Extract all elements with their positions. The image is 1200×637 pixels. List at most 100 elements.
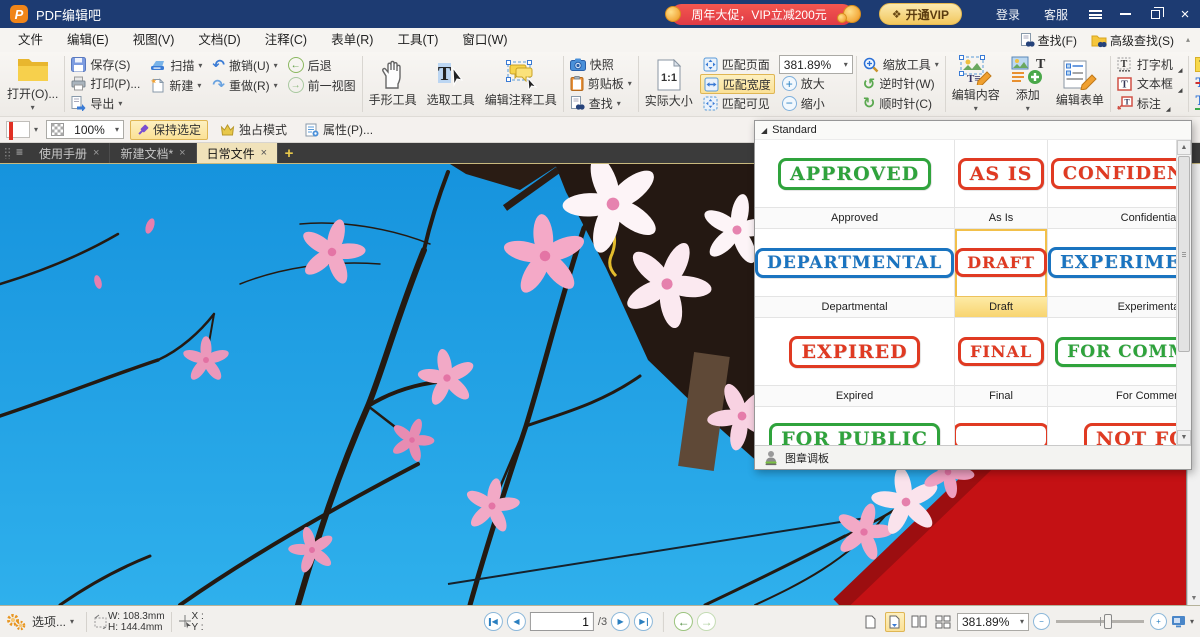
single-page-view-button[interactable]	[861, 612, 881, 632]
menu-file[interactable]: 文件	[6, 28, 55, 52]
close-tab-icon[interactable]: ×	[261, 147, 267, 159]
scrollbar-thumb[interactable]	[1178, 156, 1190, 352]
rotate-cw-button[interactable]: ↻ 顺时针(C)	[860, 94, 942, 113]
highlight-button[interactable]: T 高亮 ◢	[1192, 55, 1200, 74]
stamp-item-partial[interactable]	[955, 407, 1047, 445]
keep-selected-toggle[interactable]: 保持选定	[130, 120, 208, 140]
stamp-item-experimental[interactable]: EXPERIMENTAL Experimental	[1048, 229, 1191, 317]
tab-new-document[interactable]: 新建文档* ×	[110, 143, 196, 163]
stamp-item-draft[interactable]: DRAFT Draft	[955, 229, 1047, 317]
options-button[interactable]: 选项... ▾	[26, 612, 80, 632]
stamp-item-as-is[interactable]: AS IS As Is	[955, 140, 1047, 228]
edit-form-button[interactable]: 编辑表单	[1051, 53, 1109, 115]
redo-button[interactable]: ↷ 重做(R) ▾	[209, 75, 280, 95]
reading-mode-icon[interactable]	[1171, 615, 1186, 628]
zoom-slider-thumb[interactable]	[1104, 614, 1112, 629]
scroll-down-icon[interactable]: ▼	[1177, 430, 1191, 445]
tabbar-grip[interactable]	[4, 147, 11, 159]
minimize-button[interactable]	[1110, 0, 1140, 28]
strikeout-button[interactable]: T 删除线 ◢	[1192, 74, 1200, 93]
fit-visible-button[interactable]: 匹配可见	[700, 94, 775, 113]
close-button[interactable]: ×	[1170, 0, 1200, 28]
close-tab-icon[interactable]: ×	[93, 147, 99, 159]
next-view-nav-button[interactable]: →	[697, 612, 716, 631]
actual-size-button[interactable]: 1:1 实际大小	[640, 53, 698, 115]
edit-content-button[interactable]: T≡ 编辑内容 ▾	[947, 53, 1005, 115]
stamp-item-for-public[interactable]: FOR PUBLIC	[755, 407, 954, 445]
open-vip-button[interactable]: ❖ 开通VIP	[879, 3, 962, 25]
tab-manual[interactable]: 使用手册 ×	[29, 143, 110, 163]
facing-continuous-view-button[interactable]	[933, 612, 953, 632]
zoom-tool-button[interactable]: 缩放工具 ▾	[860, 55, 942, 74]
menu-edit[interactable]: 编辑(E)	[55, 28, 121, 52]
restore-button[interactable]	[1140, 0, 1170, 28]
exclusive-mode-button[interactable]: 独占模式	[214, 120, 293, 140]
menu-window[interactable]: 窗口(W)	[450, 28, 519, 52]
previous-view-nav-button[interactable]: ←	[674, 612, 693, 631]
first-page-button[interactable]: ◀	[484, 612, 503, 631]
chevron-down-icon[interactable]: ▾	[1190, 617, 1194, 626]
scroll-up-icon[interactable]: ▲	[1177, 140, 1191, 155]
zoom-slider[interactable]	[1056, 620, 1144, 623]
menu-tools[interactable]: 工具(T)	[385, 28, 450, 52]
new-tab-button[interactable]: +	[278, 143, 300, 163]
stamp-item-departmental[interactable]: DEPARTMENTAL Departmental	[755, 229, 954, 317]
last-page-button[interactable]: ▶	[634, 612, 653, 631]
print-button[interactable]: 打印(P)...	[68, 74, 143, 93]
zoom-out-button[interactable]: − 缩小	[779, 94, 853, 113]
collapse-toolbar-icon[interactable]: ▴	[1182, 33, 1194, 47]
fit-width-button[interactable]: 匹配宽度	[700, 74, 775, 93]
zoom-in-slider-button[interactable]: +	[1150, 613, 1167, 630]
hand-tool-button[interactable]: 手形工具	[364, 53, 422, 115]
find-button[interactable]: 查找(F)	[1014, 32, 1083, 49]
advanced-find-button[interactable]: 高级查找(S)	[1085, 32, 1180, 49]
undo-button[interactable]: ↶ 撤销(U) ▾	[209, 55, 280, 75]
clipboard-button[interactable]: 剪贴板 ▾	[567, 74, 635, 93]
select-tool-button[interactable]: T 选取工具	[422, 53, 480, 115]
stamp-item-final[interactable]: FINAL Final	[955, 318, 1047, 406]
stamp-item-for-comment[interactable]: FOR COMMENT For Comment	[1048, 318, 1191, 406]
save-button[interactable]: 保存(S)	[68, 55, 143, 74]
stamp-palette-button[interactable]: 图章调板	[755, 445, 1191, 469]
add-content-button[interactable]: T 添加 ▾	[1005, 53, 1051, 115]
next-page-button[interactable]: ▶	[611, 612, 630, 631]
textbox-button[interactable]: T 文本框 ◢	[1114, 74, 1186, 93]
tab-list-icon[interactable]: ≡	[14, 143, 29, 163]
zoom-out-slider-button[interactable]: −	[1033, 613, 1050, 630]
stamp-item-approved[interactable]: APPROVED Approved	[755, 140, 954, 228]
promo-banner[interactable]: 周年大促，VIP立减200元	[671, 4, 852, 25]
previous-view-button[interactable]: → 前一视图	[285, 75, 359, 95]
support-link[interactable]: 客服	[1044, 6, 1068, 23]
page-number-input[interactable]	[530, 612, 594, 631]
color-swatch-button[interactable]: ▾	[4, 120, 40, 140]
underline-button[interactable]: T 下划线 ◢	[1192, 94, 1200, 113]
stamp-panel-scrollbar[interactable]: ▲ ▼	[1176, 140, 1191, 445]
stamp-item-expired[interactable]: EXPIRED Expired	[755, 318, 954, 406]
typewriter-button[interactable]: T 打字机 ◢	[1114, 55, 1186, 74]
back-button[interactable]: ← 后退	[285, 55, 359, 75]
scan-button[interactable]: 扫描 ▾	[147, 55, 205, 75]
facing-pages-view-button[interactable]	[909, 612, 929, 632]
continuous-view-button[interactable]	[885, 612, 905, 632]
find-tool-button[interactable]: 查找 ▾	[567, 94, 635, 113]
stamp-group-header[interactable]: ◢ Standard	[755, 121, 1191, 140]
callout-button[interactable]: T 标注 ◢	[1114, 94, 1186, 113]
scroll-down-icon[interactable]: ▼	[1188, 592, 1200, 605]
stamp-item-confidential[interactable]: CONFIDENTIAL Confidential	[1048, 140, 1191, 228]
main-menu-button[interactable]	[1080, 0, 1110, 28]
fit-page-button[interactable]: 匹配页面	[700, 55, 775, 74]
properties-button[interactable]: 属性(P)...	[299, 120, 379, 140]
close-tab-icon[interactable]: ×	[179, 147, 185, 159]
tab-daily-file[interactable]: 日常文件 ×	[197, 143, 278, 163]
export-button[interactable]: 导出 ▾	[68, 94, 143, 113]
edit-annotation-tool-button[interactable]: 编辑注释工具	[480, 53, 562, 115]
previous-page-button[interactable]: ◀	[507, 612, 526, 631]
login-link[interactable]: 登录	[996, 6, 1020, 23]
zoom-in-button[interactable]: + 放大	[779, 74, 853, 93]
menu-view[interactable]: 视图(V)	[121, 28, 187, 52]
open-button[interactable]: 打开(O)... ▾	[2, 53, 63, 115]
menu-document[interactable]: 文档(D)	[186, 28, 252, 52]
zoom-level-combo[interactable]: 381.89%▾	[779, 55, 853, 74]
menu-comment[interactable]: 注释(C)	[253, 28, 319, 52]
stamp-item-not-for[interactable]: NOT FOR	[1048, 407, 1191, 445]
